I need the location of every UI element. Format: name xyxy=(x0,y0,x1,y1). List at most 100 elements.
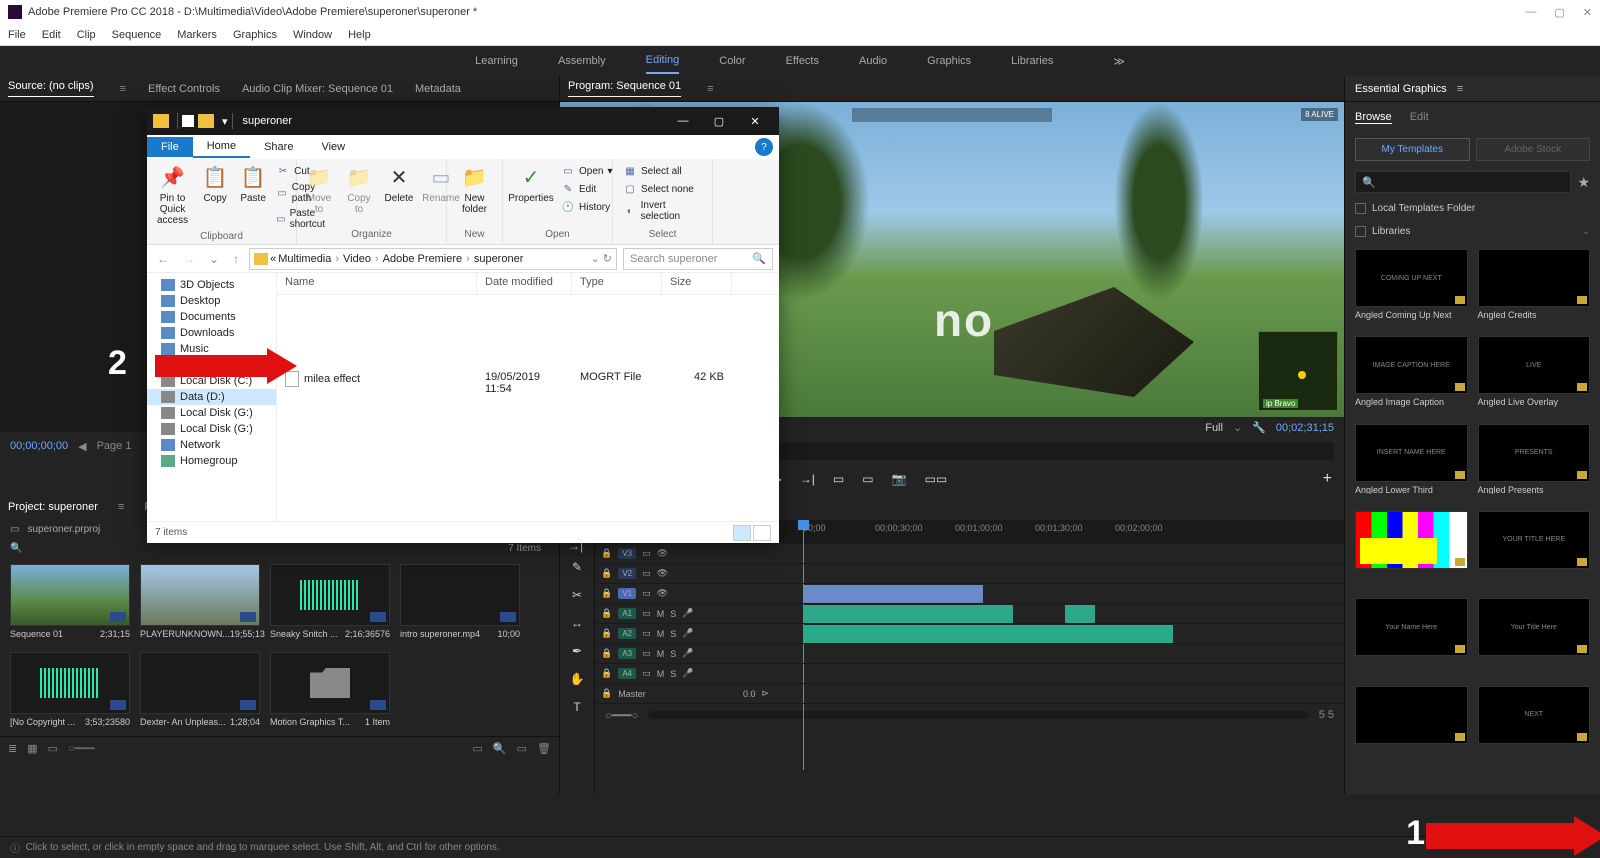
template-item[interactable]: COMING UP NEXTAngled Coming Up Next xyxy=(1355,249,1468,330)
filter-icon[interactable]: 🔍 xyxy=(10,543,22,554)
menu-window[interactable]: Window xyxy=(293,29,332,41)
nav-item[interactable]: Homegroup xyxy=(147,453,276,469)
audio-clip[interactable] xyxy=(1065,605,1095,623)
tab-audio-mixer[interactable]: Audio Clip Mixer: Sequence 01 xyxy=(242,83,393,95)
large-icons-icon[interactable] xyxy=(753,525,771,541)
history-button[interactable]: 🕐History xyxy=(559,199,615,215)
eg-title[interactable]: Essential Graphics xyxy=(1355,83,1447,95)
search-input[interactable]: Search superoner🔍 xyxy=(623,248,773,270)
bin-item[interactable]: intro superoner.mp410;00 xyxy=(400,564,520,642)
audio-clip[interactable] xyxy=(983,605,1013,623)
ws-libraries[interactable]: Libraries xyxy=(1011,49,1053,73)
ws-color[interactable]: Color xyxy=(719,49,745,73)
razor-icon[interactable]: ✂ xyxy=(568,586,586,604)
pill-adobe-stock[interactable]: Adobe Stock xyxy=(1476,138,1591,161)
ribbon-home[interactable]: Home xyxy=(193,136,250,158)
ws-effects[interactable]: Effects xyxy=(786,49,819,73)
nav-item[interactable]: Network xyxy=(147,437,276,453)
up-button[interactable]: ↑ xyxy=(229,252,243,266)
menu-graphics[interactable]: Graphics xyxy=(233,29,277,41)
close-button[interactable]: ✕ xyxy=(1583,6,1592,19)
nav-item[interactable]: Local Disk (G:) xyxy=(147,421,276,437)
delete-button[interactable]: ✕Delete xyxy=(381,161,417,206)
ws-audio[interactable]: Audio xyxy=(859,49,887,73)
video-clip[interactable] xyxy=(803,585,983,603)
type-icon[interactable]: T xyxy=(568,698,586,716)
panel-menu-icon[interactable]: ≡ xyxy=(1457,83,1463,95)
details-view-icon[interactable] xyxy=(733,525,751,541)
nav-item[interactable]: Desktop xyxy=(147,293,276,309)
ribbon-share[interactable]: Share xyxy=(250,137,307,157)
tab-effect-controls[interactable]: Effect Controls xyxy=(148,83,220,95)
template-item[interactable]: IMAGE CAPTION HEREAngled Image Caption xyxy=(1355,336,1468,417)
menu-markers[interactable]: Markers xyxy=(177,29,217,41)
ws-assembly[interactable]: Assembly xyxy=(558,49,606,73)
file-row[interactable]: milea effect 19/05/2019 11:54 MOGRT File… xyxy=(277,365,779,401)
ripple-edit-icon[interactable]: ✎ xyxy=(568,558,586,576)
pin-quick-access[interactable]: 📌Pin to Quick access xyxy=(151,161,194,228)
extract-icon[interactable]: ▭ xyxy=(862,472,873,486)
bin-item[interactable]: Sneaky Snitch ...2;16;36576 xyxy=(270,564,390,642)
menu-edit[interactable]: Edit xyxy=(42,29,61,41)
eg-browse[interactable]: Browse xyxy=(1355,111,1392,124)
tab-program[interactable]: Program: Sequence 01 xyxy=(568,80,681,97)
program-timecode[interactable]: 00;02;31;15 xyxy=(1276,422,1334,434)
panel-menu-icon[interactable]: ≡ xyxy=(118,501,124,513)
minimize-button[interactable]: — xyxy=(665,107,701,135)
panel-menu-icon[interactable]: ≡ xyxy=(707,83,713,95)
go-to-out-icon[interactable]: →| xyxy=(800,472,815,486)
check-libraries[interactable] xyxy=(1355,226,1366,237)
menu-sequence[interactable]: Sequence xyxy=(112,29,162,41)
find-icon[interactable]: 🔍 xyxy=(493,742,507,755)
template-item[interactable]: PRESENTSAngled Presents xyxy=(1478,424,1591,505)
panel-menu-icon[interactable]: ≡ xyxy=(120,83,126,95)
icon-view-icon[interactable]: ▦ xyxy=(27,742,37,755)
open-button[interactable]: ▭Open ▾ xyxy=(559,163,615,179)
ws-overflow[interactable]: ≫ xyxy=(1113,55,1125,68)
edit-button[interactable]: ✎Edit xyxy=(559,181,615,197)
bin-item[interactable]: PLAYERUNKNOWN...19;55;13 xyxy=(140,564,260,642)
tab-metadata[interactable]: Metadata xyxy=(415,83,461,95)
bin-item[interactable]: Motion Graphics T...1 Item xyxy=(270,652,390,730)
help-icon[interactable]: ? xyxy=(755,138,773,156)
menu-clip[interactable]: Clip xyxy=(77,29,96,41)
audio-clip[interactable] xyxy=(803,605,983,623)
template-item[interactable]: LIVEAngled Live Overlay xyxy=(1478,336,1591,417)
timeline-scrollbar[interactable] xyxy=(648,711,1309,719)
maximize-button[interactable]: ▢ xyxy=(701,107,737,135)
maximize-button[interactable]: ▢ xyxy=(1554,6,1564,19)
col-date[interactable]: Date modified xyxy=(477,273,572,294)
rename-button[interactable]: ▭Rename xyxy=(421,161,461,206)
add-button-icon[interactable]: + xyxy=(1323,470,1332,488)
select-none-button[interactable]: ▢Select none xyxy=(621,181,708,197)
wrench-icon[interactable]: 🔧 xyxy=(1252,421,1266,434)
audio-clip[interactable] xyxy=(803,625,1173,643)
export-frame-icon[interactable]: 📷 xyxy=(892,472,907,486)
forward-button[interactable]: → xyxy=(179,252,199,266)
slip-icon[interactable]: ↔ xyxy=(568,614,586,632)
zoom-fit[interactable]: Full xyxy=(1205,422,1223,434)
ribbon-view[interactable]: View xyxy=(307,137,359,157)
copy-button[interactable]: 📋Copy xyxy=(198,161,232,206)
bin-item[interactable]: Dexter- An Unpleas...1;28;04 xyxy=(140,652,260,730)
pill-my-templates[interactable]: My Templates xyxy=(1355,138,1470,161)
address-bar[interactable]: « Multimedia› Video› Adobe Premiere› sup… xyxy=(249,248,617,270)
select-all-button[interactable]: ▦Select all xyxy=(621,163,708,179)
source-timecode[interactable]: 00;00;00;00 xyxy=(10,440,68,452)
recent-button[interactable]: ⌄ xyxy=(205,252,223,266)
ws-graphics[interactable]: Graphics xyxy=(927,49,971,73)
freeform-icon[interactable]: ▭ xyxy=(48,742,58,755)
trash-icon[interactable]: 🗑 xyxy=(537,742,551,755)
invert-selection-button[interactable]: ◐Invert selection xyxy=(621,199,708,223)
nav-item[interactable]: 3D Objects xyxy=(147,277,276,293)
new-item-icon[interactable]: ▭ xyxy=(517,742,527,755)
lift-icon[interactable]: ▭ xyxy=(833,472,844,486)
tab-source[interactable]: Source: (no clips) xyxy=(8,80,94,97)
pen-icon[interactable]: ✒ xyxy=(568,642,586,660)
menu-help[interactable]: Help xyxy=(348,29,371,41)
list-view-icon[interactable]: ≣ xyxy=(8,742,17,755)
nav-item[interactable]: Data (D:) xyxy=(147,389,276,405)
favorite-icon[interactable]: ★ xyxy=(1577,174,1590,191)
close-button[interactable]: ✕ xyxy=(737,107,773,135)
template-item[interactable]: INSERT NAME HEREAngled Lower Third xyxy=(1355,424,1468,505)
